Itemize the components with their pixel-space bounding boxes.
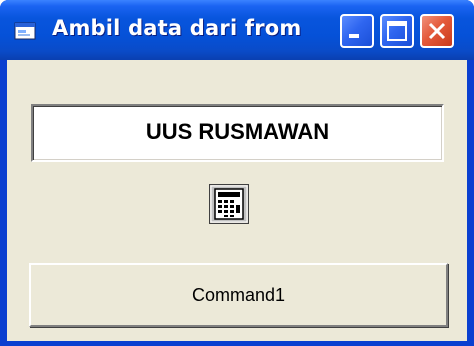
- minimize-button[interactable]: [340, 14, 374, 48]
- calculator-icon[interactable]: [209, 184, 249, 224]
- app-window: Ambil data dari from UUS RUSMAWAN Comman…: [0, 0, 474, 346]
- command1-button[interactable]: Command1: [29, 263, 448, 327]
- title-bar[interactable]: Ambil data dari from: [0, 0, 474, 60]
- window-title: Ambil data dari from: [52, 16, 302, 40]
- form-icon: [14, 22, 36, 40]
- close-button[interactable]: [420, 14, 454, 48]
- minimize-icon: [349, 34, 359, 38]
- window-bottom-border: [0, 341, 474, 346]
- text1-field[interactable]: UUS RUSMAWAN: [31, 104, 444, 162]
- form-client-area: UUS RUSMAWAN Command1: [7, 60, 467, 341]
- maximize-button[interactable]: [380, 14, 414, 48]
- maximize-icon: [387, 21, 407, 41]
- close-icon: [428, 22, 446, 40]
